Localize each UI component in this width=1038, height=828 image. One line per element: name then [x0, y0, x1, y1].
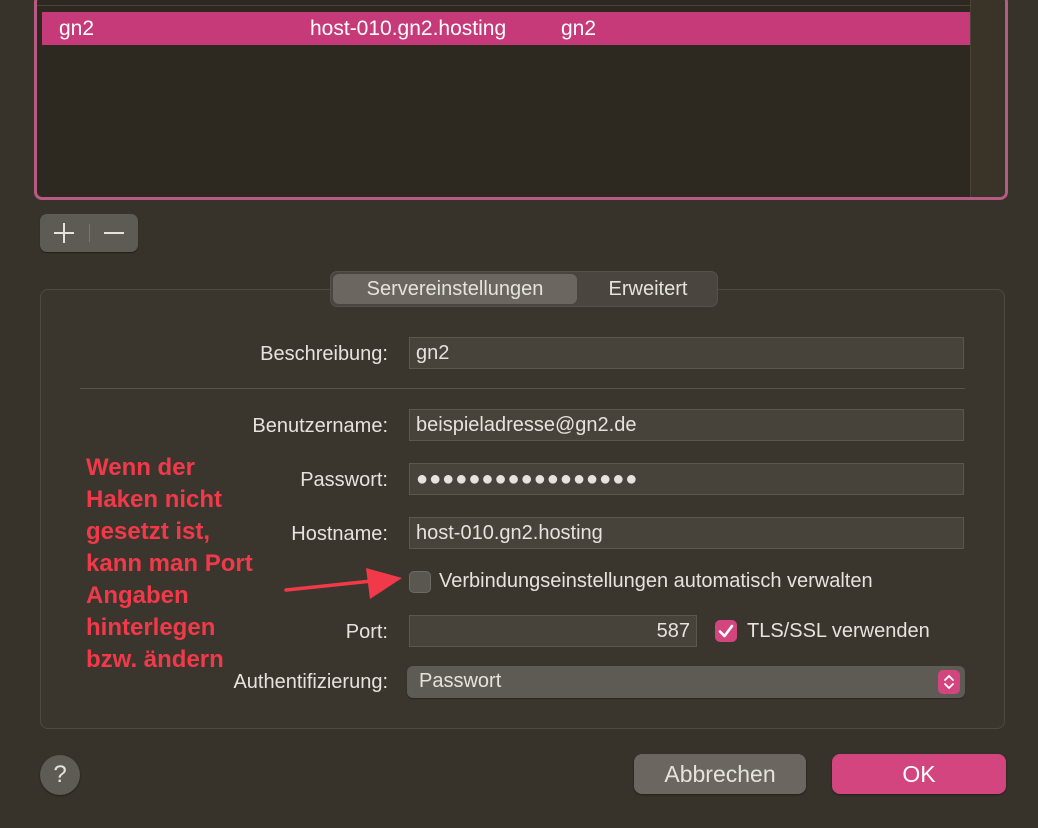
updown-chevron-icon — [938, 670, 960, 694]
annotation-line-4: kann man Port — [86, 550, 253, 577]
password-field[interactable]: ●●●●●●●●●●●●●●●●● — [409, 463, 964, 495]
help-button[interactable]: ? — [40, 755, 80, 795]
annotation-line-3: gesetzt ist, — [86, 518, 211, 545]
list-scrollbar[interactable] — [970, 0, 1005, 197]
auth-select[interactable]: Passwort — [407, 666, 965, 698]
server-account: gn2 — [561, 17, 597, 40]
description-field[interactable]: gn2 — [409, 337, 964, 369]
add-remove-control — [40, 214, 138, 252]
checkmark-icon — [718, 624, 734, 638]
username-label: Benutzername: — [252, 415, 388, 437]
server-name: gn2 — [59, 17, 95, 40]
section-divider — [80, 388, 965, 389]
auto-manage-checkbox[interactable] — [409, 571, 431, 593]
annotation-line-6: hinterlegen — [86, 614, 216, 641]
ok-button[interactable]: OK — [832, 754, 1006, 794]
annotation-line-7: bzw. ändern — [86, 646, 224, 673]
username-field[interactable]: beispieladresse@gn2.de — [409, 409, 964, 441]
tls-checkbox[interactable] — [715, 620, 737, 642]
auth-select-value: Passwort — [419, 670, 502, 692]
server-list[interactable]: gn2 host-010.gn2.hosting gn2 — [34, 0, 1008, 200]
auto-manage-label: Verbindungseinstellungen automatisch ver… — [439, 570, 873, 592]
annotation-arrow-icon — [284, 568, 402, 599]
tab-control: Servereinstellungen Erweitert — [330, 271, 718, 307]
cancel-button[interactable]: Abbrechen — [634, 754, 806, 794]
annotation-line-1: Wenn der — [86, 454, 195, 481]
description-label: Beschreibung: — [260, 343, 388, 365]
server-host: host-010.gn2.hosting — [310, 17, 507, 40]
annotation-line-2: Haken nicht — [86, 486, 223, 513]
remove-server-button[interactable] — [90, 214, 138, 252]
tab-erweitert[interactable]: Erweitert — [581, 274, 715, 304]
tab-servereinstellungen[interactable]: Servereinstellungen — [333, 274, 577, 304]
tls-label: TLS/SSL verwenden — [747, 620, 930, 642]
annotation-line-5: Angaben — [86, 582, 189, 609]
server-row-selected[interactable]: gn2 host-010.gn2.hosting gn2 — [42, 12, 973, 45]
add-server-button[interactable] — [40, 214, 88, 252]
port-field[interactable]: 587 — [409, 615, 697, 647]
hostname-field[interactable]: host-010.gn2.hosting — [409, 517, 964, 549]
row-divider — [37, 5, 973, 6]
